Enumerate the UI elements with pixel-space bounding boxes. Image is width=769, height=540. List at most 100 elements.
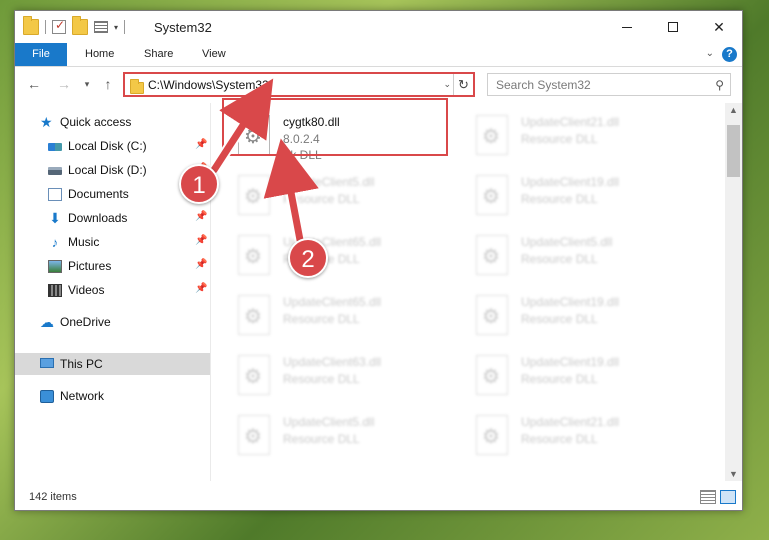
dll-file-icon: [238, 295, 270, 335]
drive-icon: [48, 143, 62, 151]
refresh-button[interactable]: ↻: [453, 74, 473, 95]
sidebar-item-label: Documents: [68, 187, 129, 201]
file-description: Resource DLL: [283, 312, 360, 326]
divider: [124, 20, 126, 34]
step-marker-2: 2: [288, 238, 328, 278]
minimize-button[interactable]: [604, 11, 650, 43]
sidebar-item-label: Network: [60, 389, 105, 403]
close-icon: ✕: [713, 18, 725, 35]
videos-icon: [48, 284, 62, 297]
customize-toolbar-chevron-icon[interactable]: ▾: [114, 23, 118, 32]
address-bar[interactable]: C:\Windows\System32 ⌄ ↻: [123, 72, 475, 97]
sidebar-item-label: Videos: [68, 283, 105, 297]
file-description: Resource DLL: [283, 192, 360, 206]
highlight-box: [222, 98, 448, 156]
pin-icon[interactable]: 📌: [195, 259, 207, 270]
expand-ribbon-chevron-icon[interactable]: ⌄: [706, 48, 714, 59]
forward-button[interactable]: →: [55, 76, 73, 92]
scroll-down-icon[interactable]: ▼: [729, 469, 738, 479]
back-button[interactable]: ←: [25, 76, 43, 92]
vertical-scrollbar[interactable]: ▲ ▼: [725, 103, 742, 481]
downloads-icon: ⬇: [49, 210, 61, 226]
recent-locations-chevron-icon[interactable]: ▾: [78, 79, 96, 90]
tab-view[interactable]: View: [190, 43, 238, 66]
address-path[interactable]: C:\Windows\System32: [148, 78, 269, 92]
file-tile[interactable]: UpdateClient65.dll Resource DLL: [212, 285, 447, 343]
file-tile[interactable]: UpdateClient5.dll Resource DLL: [212, 405, 447, 463]
help-button[interactable]: ?: [722, 47, 737, 62]
file-description: Resource DLL: [521, 312, 598, 326]
file-name: UpdateClient19.dll: [521, 295, 620, 309]
file-description: Resource DLL: [521, 432, 598, 446]
computer-icon: [40, 358, 54, 368]
address-dropdown-chevron-icon[interactable]: ⌄: [443, 79, 451, 90]
file-tile[interactable]: UpdateClient19.dll Resource DLL: [450, 165, 685, 223]
file-name: UpdateClient19.dll: [521, 175, 620, 189]
documents-icon: [48, 188, 62, 201]
sidebar-item-this-pc[interactable]: This PC: [15, 353, 210, 375]
dll-file-icon: [476, 115, 508, 155]
sidebar-item-label: Pictures: [68, 259, 112, 273]
tab-file[interactable]: File: [15, 43, 67, 66]
title-bar: ▾ System32 ✕: [15, 11, 742, 43]
step-marker-1: 1: [179, 164, 219, 204]
file-name: UpdateClient5.dll: [521, 235, 613, 249]
file-description: Resource DLL: [521, 192, 598, 206]
sidebar-item-pictures[interactable]: Pictures: [48, 255, 210, 277]
quick-access-toolbar: ▾: [23, 16, 126, 36]
sidebar-item-videos[interactable]: Videos: [48, 279, 210, 301]
search-placeholder: Search System32: [496, 78, 591, 92]
close-button[interactable]: ✕: [696, 11, 742, 43]
sidebar-item-music[interactable]: ♪ Music: [48, 231, 210, 253]
file-tile[interactable]: UpdateClient5.dll Resource DLL: [212, 165, 447, 223]
file-description: Resource DLL: [283, 372, 360, 386]
pin-icon[interactable]: 📌: [195, 283, 207, 294]
details-view-icon[interactable]: [700, 490, 716, 504]
file-name: UpdateClient5.dll: [283, 415, 375, 429]
pin-icon[interactable]: 📌: [195, 139, 207, 150]
search-icon[interactable]: ⚲: [715, 78, 724, 92]
sidebar-item-network[interactable]: Network: [40, 385, 210, 407]
file-name: UpdateClient5.dll: [283, 175, 375, 189]
status-bar: 142 items: [15, 485, 742, 510]
scroll-up-icon[interactable]: ▲: [729, 105, 738, 115]
sidebar-item-quick-access[interactable]: ★ Quick access: [40, 111, 210, 133]
tab-share[interactable]: Share: [132, 43, 185, 66]
pin-icon[interactable]: 📌: [195, 235, 207, 246]
window-title: System32: [154, 20, 212, 35]
properties-icon[interactable]: [94, 21, 108, 33]
file-description: Resource DLL: [521, 372, 598, 386]
file-tile[interactable]: UpdateClient21.dll Resource DLL: [450, 105, 685, 163]
sidebar-item-downloads[interactable]: ⬇ Downloads: [48, 207, 210, 229]
properties-check-icon[interactable]: [52, 18, 66, 34]
dll-file-icon: [476, 295, 508, 335]
search-input[interactable]: Search System32 ⚲: [487, 73, 731, 96]
scrollbar-thumb[interactable]: [727, 125, 740, 177]
large-icons-view-icon[interactable]: [720, 490, 736, 504]
dll-file-icon: [476, 355, 508, 395]
maximize-icon: [668, 22, 678, 32]
dll-file-icon: [238, 415, 270, 455]
file-list: cygtk80.dll 8.0.2.4 Tk DLL UpdateClient5…: [212, 103, 724, 481]
dll-file-icon: [238, 235, 270, 275]
file-description: Resource DLL: [521, 132, 598, 146]
pin-icon[interactable]: 📌: [195, 211, 207, 222]
file-tile[interactable]: UpdateClient19.dll Resource DLL: [450, 285, 685, 343]
file-tile[interactable]: UpdateClient63.dll Resource DLL: [212, 345, 447, 403]
sidebar-item-local-disk-c[interactable]: Local Disk (C:): [48, 135, 210, 157]
drive-icon: [48, 167, 62, 175]
sidebar-item-label: Downloads: [68, 211, 128, 225]
file-tile[interactable]: UpdateClient65.dll Resource DLL: [212, 225, 447, 283]
file-tile[interactable]: UpdateClient5.dll Resource DLL: [450, 225, 685, 283]
dll-file-icon: [476, 175, 508, 215]
file-name: UpdateClient65.dll: [283, 295, 382, 309]
new-folder-icon[interactable]: [72, 16, 88, 35]
maximize-button[interactable]: [650, 11, 696, 43]
sidebar-item-onedrive[interactable]: ☁ OneDrive: [40, 311, 210, 333]
dll-file-icon: [238, 175, 270, 215]
sidebar-item-label: Quick access: [60, 115, 132, 129]
file-tile[interactable]: UpdateClient21.dll Resource DLL: [450, 405, 685, 463]
tab-home[interactable]: Home: [73, 43, 126, 66]
file-tile[interactable]: UpdateClient19.dll Resource DLL: [450, 345, 685, 403]
up-button[interactable]: ↑: [99, 76, 117, 92]
